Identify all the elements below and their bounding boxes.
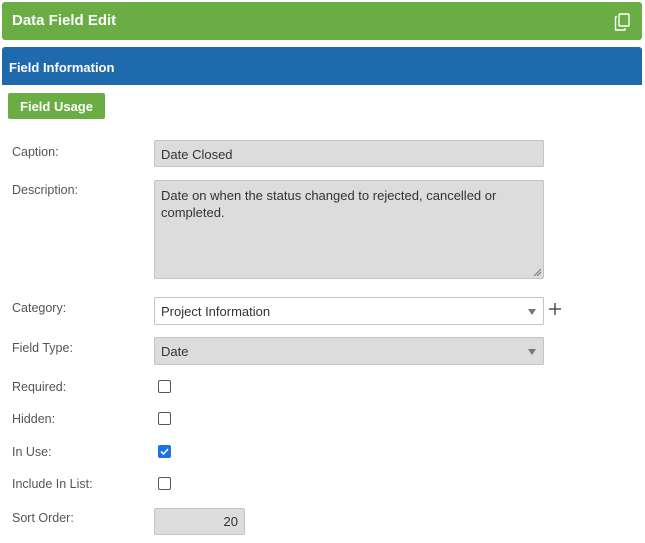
category-label: Category: [12,301,67,315]
hidden-checkbox[interactable] [158,412,171,425]
field-type-value: Date [161,344,189,359]
chevron-down-icon [528,309,536,315]
section-header: Field Information [2,47,642,85]
required-label: Required: [12,380,67,394]
caption-value: Date Closed [161,147,233,162]
section-title: Field Information [9,60,115,75]
description-label: Description: [12,183,78,197]
hidden-label: Hidden: [12,412,56,426]
sort-order-label: Sort Order: [12,511,74,525]
sort-order-value: 20 [223,514,238,529]
in-use-label: In Use: [12,445,52,459]
description-value: Date on when the status changed to rejec… [161,188,497,220]
include-in-list-checkbox[interactable] [158,477,171,490]
checkmark-icon [160,448,169,456]
description-textarea[interactable]: Date on when the status changed to rejec… [154,180,544,279]
sort-order-input[interactable]: 20 [154,508,245,535]
field-type-label: Field Type: [12,341,73,355]
caption-input[interactable]: Date Closed [154,140,544,167]
include-in-list-label: Include In List: [12,477,93,491]
field-type-select[interactable]: Date [154,337,544,365]
field-usage-button[interactable]: Field Usage [8,93,105,119]
caption-label: Caption: [12,145,59,159]
category-select[interactable]: Project Information [154,297,544,325]
resize-grip-icon[interactable] [533,268,541,276]
chevron-down-icon [528,349,536,355]
title-bar: Data Field Edit [2,2,642,40]
category-value: Project Information [161,304,271,319]
copy-icon[interactable] [612,12,632,32]
in-use-checkbox[interactable] [158,445,171,458]
page-title: Data Field Edit [12,12,117,29]
required-checkbox[interactable] [158,380,171,393]
plus-icon[interactable] [548,302,562,316]
